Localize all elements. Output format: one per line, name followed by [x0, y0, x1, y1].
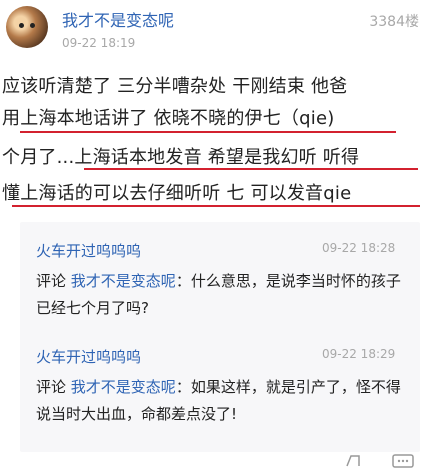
avatar-eye: [19, 23, 24, 28]
comment-section: 火车开过呜呜呜 09-22 18:28 评论 我才不是变态呢：什么意思，是说李当…: [20, 222, 420, 452]
post-text-line: 应该听清楚了 三分半嘈杂处 干刚结束 他爸: [2, 76, 348, 97]
comment-text: 评论 我才不是变态呢：什么意思，是说李当时怀的孩子已经七个月了吗?: [36, 268, 402, 322]
avatar-eye: [30, 23, 35, 28]
post-text-line: 懂上海话的可以去仔细听听 七 可以发音qie: [2, 183, 352, 204]
floor-number: 3384楼: [369, 14, 419, 30]
comment-time: 09-22 18:28: [322, 241, 396, 255]
comment-mention[interactable]: 我才不是变态呢: [71, 378, 176, 396]
comment-author[interactable]: 火车开过呜呜呜: [36, 240, 141, 261]
comment-text: 评论 我才不是变态呢：如果这样，就是引产了，怪不得说当时大出血，命都差点没了!: [36, 374, 402, 428]
comment-mention[interactable]: 我才不是变态呢: [71, 272, 176, 290]
post-username[interactable]: 我才不是变态呢: [62, 7, 174, 31]
annotation-underline: [12, 205, 420, 207]
avatar[interactable]: [6, 6, 48, 48]
comment-prefix: 评论: [36, 378, 67, 396]
comment-prefix: 评论: [36, 272, 67, 290]
more-icon[interactable]: [392, 453, 414, 468]
comment-author[interactable]: 火车开过呜呜呜: [36, 346, 141, 367]
post-text-line: 个月了...上海话本地发音 希望是我幻听 听得: [2, 147, 360, 168]
reply-icon[interactable]: [345, 453, 363, 468]
post-time: 09-22 18:19: [62, 36, 136, 50]
annotation-underline: [84, 168, 418, 170]
comment-time: 09-22 18:29: [322, 347, 396, 361]
post-text-line: 用上海本地话讲了 依晓不晓的伊七（qie): [2, 108, 335, 129]
annotation-underline: [20, 131, 396, 133]
